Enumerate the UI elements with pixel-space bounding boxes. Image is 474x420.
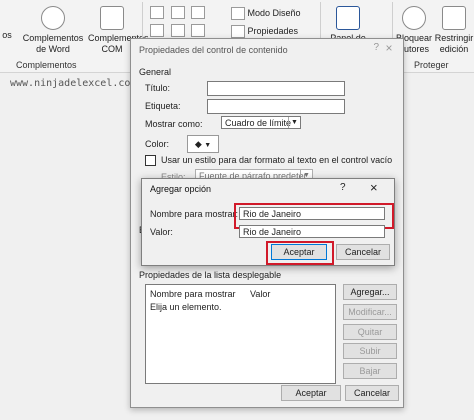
- restrict-editing-button[interactable]: Restringir edición: [434, 6, 474, 55]
- show-as-select[interactable]: Cuadro de límite ▼: [221, 116, 301, 129]
- close-icon[interactable]: ×: [370, 180, 378, 195]
- value-label: Valor:: [150, 227, 173, 237]
- help-icon[interactable]: ?: [373, 42, 379, 53]
- com-addins-button[interactable]: Complementos COM: [88, 6, 149, 55]
- tag-label: Etiqueta:: [145, 101, 181, 111]
- checkbox-control-icon[interactable]: [150, 24, 164, 37]
- use-style-checkbox[interactable]: [145, 155, 156, 166]
- move-down-button[interactable]: Bajar: [343, 363, 397, 379]
- remove-button[interactable]: Quitar: [343, 324, 397, 340]
- color-label: Color:: [145, 139, 170, 149]
- controls-icon-grid: [150, 6, 206, 19]
- title-label: Título:: [145, 83, 171, 93]
- user-lock-icon: [402, 6, 426, 30]
- group-label-proteger: Proteger: [414, 60, 449, 70]
- add-dialog-title: Agregar opción: [150, 184, 212, 194]
- combo-control-icon[interactable]: [170, 24, 185, 37]
- ribbon-item-partial[interactable]: os: [0, 30, 14, 41]
- text-control-icon[interactable]: [150, 6, 164, 19]
- use-style-label: Usar un estilo para dar formato al texto…: [161, 155, 393, 165]
- group-label-complementos: Complementos: [16, 60, 77, 70]
- dropdown-control-icon[interactable]: [191, 24, 206, 37]
- paint-bucket-icon: ◆: [194, 139, 202, 149]
- xml-mapping-icon: [336, 6, 360, 30]
- section-dropdown-properties: Propiedades de la lista desplegable: [139, 270, 282, 280]
- ribbon-item-partial-label: os: [2, 30, 12, 40]
- column-header-value: Valor: [250, 289, 271, 299]
- chevron-down-icon: ▼: [204, 142, 212, 149]
- move-up-button[interactable]: Subir: [343, 343, 397, 359]
- modify-button[interactable]: Modificar...: [343, 304, 397, 320]
- image-control-icon[interactable]: [191, 6, 206, 19]
- design-mode-label: Modo Diseño: [247, 7, 301, 18]
- gear-icon: [41, 6, 65, 30]
- tag-field[interactable]: [207, 99, 345, 114]
- ok-button[interactable]: Aceptar: [281, 385, 341, 401]
- text-control-icon[interactable]: [170, 6, 185, 19]
- color-picker[interactable]: ◆ ▼: [187, 135, 219, 153]
- controls-icon-grid-row2: [150, 24, 206, 37]
- help-icon[interactable]: ?: [340, 182, 346, 193]
- add-button[interactable]: Agregar...: [343, 284, 397, 300]
- design-mode-icon: [231, 7, 245, 20]
- word-addins-label: Complementos de Word: [22, 33, 84, 54]
- value-input[interactable]: Rio de Janeiro: [239, 225, 385, 238]
- list-item[interactable]: Elija un elemento.: [150, 302, 222, 312]
- title-field[interactable]: [207, 81, 345, 96]
- cancel-button[interactable]: Cancelar: [345, 385, 399, 401]
- lock-icon: [442, 6, 466, 30]
- properties-label: Propiedades: [247, 25, 299, 36]
- display-name-label: Nombre para mostrar:: [150, 209, 239, 219]
- display-name-input[interactable]: Rio de Janeiro: [239, 207, 385, 220]
- column-header-display-name: Nombre para mostrar: [150, 289, 236, 299]
- show-as-value: Cuadro de límite: [225, 118, 292, 128]
- section-general: General: [139, 67, 172, 77]
- dialog-title: Propiedades del control de contenido: [139, 45, 288, 55]
- add-option-dialog: Agregar opción ? × Nombre para mostrar: …: [141, 178, 395, 266]
- chevron-down-icon: ▼: [288, 117, 300, 128]
- properties-icon: [231, 25, 245, 38]
- watermark-url: www.ninjadelexcel.com: [10, 78, 137, 89]
- word-addins-button[interactable]: Complementos de Word: [22, 6, 84, 55]
- com-addins-icon: [100, 6, 124, 30]
- restrict-editing-label: Restringir edición: [434, 33, 474, 54]
- add-ok-button[interactable]: Aceptar: [271, 244, 327, 260]
- show-as-label: Mostrar como:: [145, 119, 203, 129]
- close-icon[interactable]: ×: [381, 41, 397, 55]
- add-cancel-button[interactable]: Cancelar: [336, 244, 390, 260]
- properties-button[interactable]: Propiedades: [231, 25, 298, 38]
- dropdown-items-list[interactable]: Nombre para mostrar Valor Elija un eleme…: [145, 284, 336, 384]
- design-mode-button[interactable]: Modo Diseño: [231, 7, 301, 20]
